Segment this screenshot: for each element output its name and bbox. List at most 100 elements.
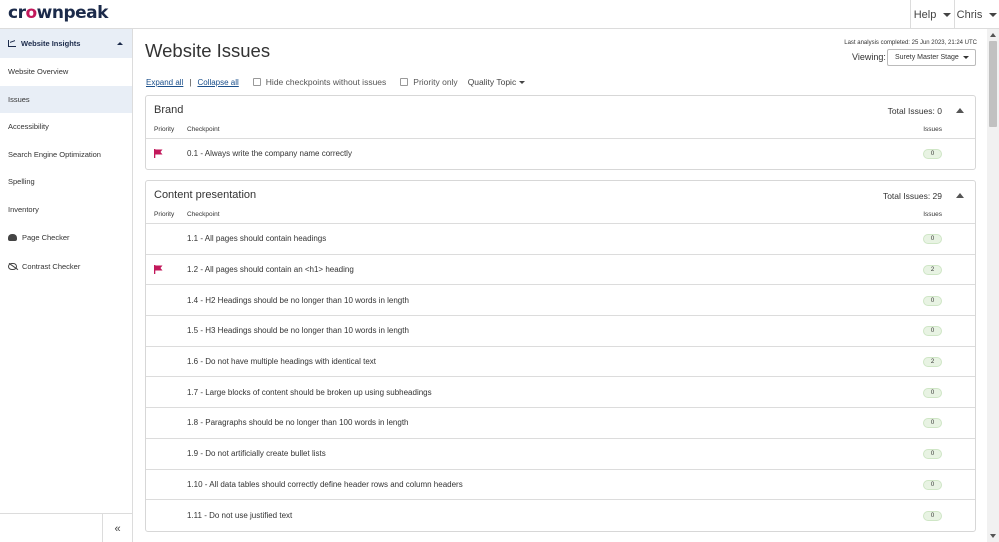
issues-count-badge: 0: [923, 449, 942, 460]
priority-flag-icon: [154, 265, 163, 275]
issues-count-badge: 2: [923, 265, 942, 276]
sidebar-item-spelling[interactable]: Spelling: [0, 168, 132, 196]
checkpoint-label: 1.7 - Large blocks of content should be …: [187, 387, 432, 397]
collapse-all-link[interactable]: Collapse all: [197, 78, 238, 87]
sidebar-footer: «: [0, 513, 132, 542]
table-row[interactable]: 1.9 - Do not artificially create bullet …: [146, 439, 975, 470]
chevron-up-icon[interactable]: [956, 193, 964, 198]
collapse-sidebar-button[interactable]: «: [102, 514, 132, 542]
sidebar-header-label: Website Insights: [21, 39, 81, 48]
table-row[interactable]: 1.11 - Do not use justified text 0: [146, 500, 975, 531]
checkpoint-label: 1.4 - H2 Headings should be no longer th…: [187, 295, 409, 305]
sidebar-tools: Page Checker Contrast Checker: [0, 223, 132, 281]
chevron-up-icon: [117, 42, 123, 45]
checkbox-box[interactable]: [400, 78, 409, 86]
priority-only-checkbox[interactable]: Priority only: [400, 77, 458, 87]
column-headers: Priority Checkpoint Issues: [146, 125, 975, 139]
sidebar-item-label: Website Overview: [8, 67, 69, 77]
chevron-up-icon[interactable]: [956, 108, 964, 113]
scroll-up-arrow-icon[interactable]: [990, 33, 996, 37]
expand-all-link[interactable]: Expand all: [146, 78, 183, 87]
quality-topic-label: Quality Topic: [467, 77, 517, 87]
scroll-thumb[interactable]: [989, 41, 997, 127]
panel-total-issues: Total Issues: 0: [887, 106, 942, 116]
issues-count-badge: 0: [923, 387, 942, 398]
table-row[interactable]: 1.8 - Paragraphs should be no longer tha…: [146, 408, 975, 439]
checkpoint-label: 1.11 - Do not use justified text: [187, 510, 293, 520]
checkpoint-label: 1.2 - All pages should contain an <h1> h…: [187, 265, 354, 275]
table-row[interactable]: 0.1 - Always write the company name corr…: [146, 139, 975, 169]
viewing-label: Viewing:: [852, 52, 886, 62]
help-menu-button[interactable]: Help: [910, 0, 954, 29]
column-header-priority: Priority: [154, 211, 175, 218]
sidebar-item-label: Issues: [8, 94, 30, 104]
main-content: Website Issues Last analysis completed: …: [133, 29, 987, 542]
viewing-select-value: Surety Master Stage: [895, 54, 959, 61]
sidebar-item-issues[interactable]: Issues: [0, 85, 132, 113]
list-controls: Expand all | Collapse all Hide checkpoin…: [146, 76, 526, 88]
chart-icon: [8, 40, 16, 47]
chevron-down-icon: [519, 80, 526, 84]
sidebar-item-inventory[interactable]: Inventory: [0, 196, 132, 224]
table-row[interactable]: 1.10 - All data tables should correctly …: [146, 470, 975, 501]
sidebar-item-label: Search Engine Optimization: [8, 149, 101, 159]
priority-flag-icon: [154, 149, 163, 158]
issues-count-badge: 2: [923, 357, 942, 368]
table-row[interactable]: 1.7 - Large blocks of content should be …: [146, 377, 975, 409]
column-header-issues: Issues: [923, 211, 942, 218]
sidebar: Website Insights Website Overview Issues A…: [0, 29, 133, 542]
page-scrollbar[interactable]: [987, 29, 999, 542]
chevron-down-icon: [943, 12, 952, 17]
sidebar-header-website-insights[interactable]: Website Insights: [0, 29, 132, 58]
sidebar-item-page-checker[interactable]: Page Checker: [0, 223, 132, 252]
sidebar-item-label: Spelling: [8, 177, 35, 187]
column-header-checkpoint: Checkpoint: [187, 126, 220, 133]
hide-checkpoints-label: Hide checkpoints without issues: [265, 77, 387, 87]
issues-count-badge: 0: [923, 479, 942, 490]
checkpoint-panel-brand: Brand Total Issues: 0 Priority Checkpoint Is…: [145, 95, 976, 170]
user-menu-button[interactable]: Chris: [954, 0, 999, 29]
panel-header[interactable]: Brand Total Issues: 0: [146, 96, 975, 125]
cloud-icon: [8, 234, 17, 241]
help-label: Help: [913, 8, 937, 21]
issues-count-badge: 0: [923, 234, 942, 245]
sidebar-item-contrast-checker[interactable]: Contrast Checker: [0, 252, 132, 281]
column-header-checkpoint: Checkpoint: [187, 211, 220, 218]
separator: |: [189, 77, 192, 87]
checkpoint-label: 1.9 - Do not artificially create bullet …: [187, 449, 326, 459]
panel-title: Content presentation: [154, 189, 257, 201]
checkpoint-label: 0.1 - Always write the company name corr…: [187, 149, 352, 158]
sidebar-item-label: Contrast Checker: [22, 262, 81, 271]
checkpoint-label: 1.8 - Paragraphs should be no longer tha…: [187, 418, 409, 428]
panel-title: Brand: [154, 104, 184, 116]
issues-count-badge: 0: [923, 295, 942, 306]
issues-count-badge: 0: [923, 149, 942, 159]
issues-count-badge: 0: [923, 510, 942, 521]
hide-checkpoints-checkbox[interactable]: Hide checkpoints without issues: [252, 77, 387, 87]
table-row[interactable]: 1.5 - H3 Headings should be no longer th…: [146, 316, 975, 347]
checkpoint-label: 1.1 - All pages should contain headings: [187, 234, 327, 244]
sidebar-item-search-engine-optimization[interactable]: Search Engine Optimization: [0, 141, 132, 169]
table-row[interactable]: 1.2 - All pages should contain an <h1> h…: [146, 255, 975, 286]
column-headers: Priority Checkpoint Issues: [146, 210, 975, 224]
issues-count-badge: 0: [923, 418, 942, 429]
crownpeak-logo[interactable]: crownpeak: [8, 3, 108, 23]
sidebar-item-accessibility[interactable]: Accessibility: [0, 113, 132, 141]
sidebar-item-website-overview[interactable]: Website Overview: [0, 58, 132, 86]
top-bar: crownpeak Help Chris: [0, 0, 999, 29]
double-chevron-left-icon: «: [114, 522, 121, 535]
table-row[interactable]: 1.6 - Do not have multiple headings with…: [146, 347, 975, 378]
sidebar-item-label: Page Checker: [22, 233, 70, 242]
viewing-select[interactable]: Surety Master Stage: [887, 49, 976, 66]
quality-topic-dropdown[interactable]: Quality Topic: [468, 77, 526, 87]
issues-count-badge: 0: [923, 326, 942, 337]
table-row[interactable]: 1.1 - All pages should contain headings 0: [146, 224, 975, 255]
checkbox-box[interactable]: [252, 78, 261, 86]
panel-header[interactable]: Content presentation Total Issues: 29: [146, 181, 975, 210]
scroll-down-arrow-icon[interactable]: [990, 534, 996, 538]
checkpoint-panel-content-presentation: Content presentation Total Issues: 29 Prio…: [145, 180, 976, 532]
column-header-issues: Issues: [923, 126, 942, 133]
table-row[interactable]: 1.4 - H2 Headings should be no longer th…: [146, 285, 975, 317]
checkpoint-label: 1.6 - Do not have multiple headings with…: [187, 357, 376, 367]
checkpoint-label: 1.10 - All data tables should correctly …: [187, 479, 463, 489]
